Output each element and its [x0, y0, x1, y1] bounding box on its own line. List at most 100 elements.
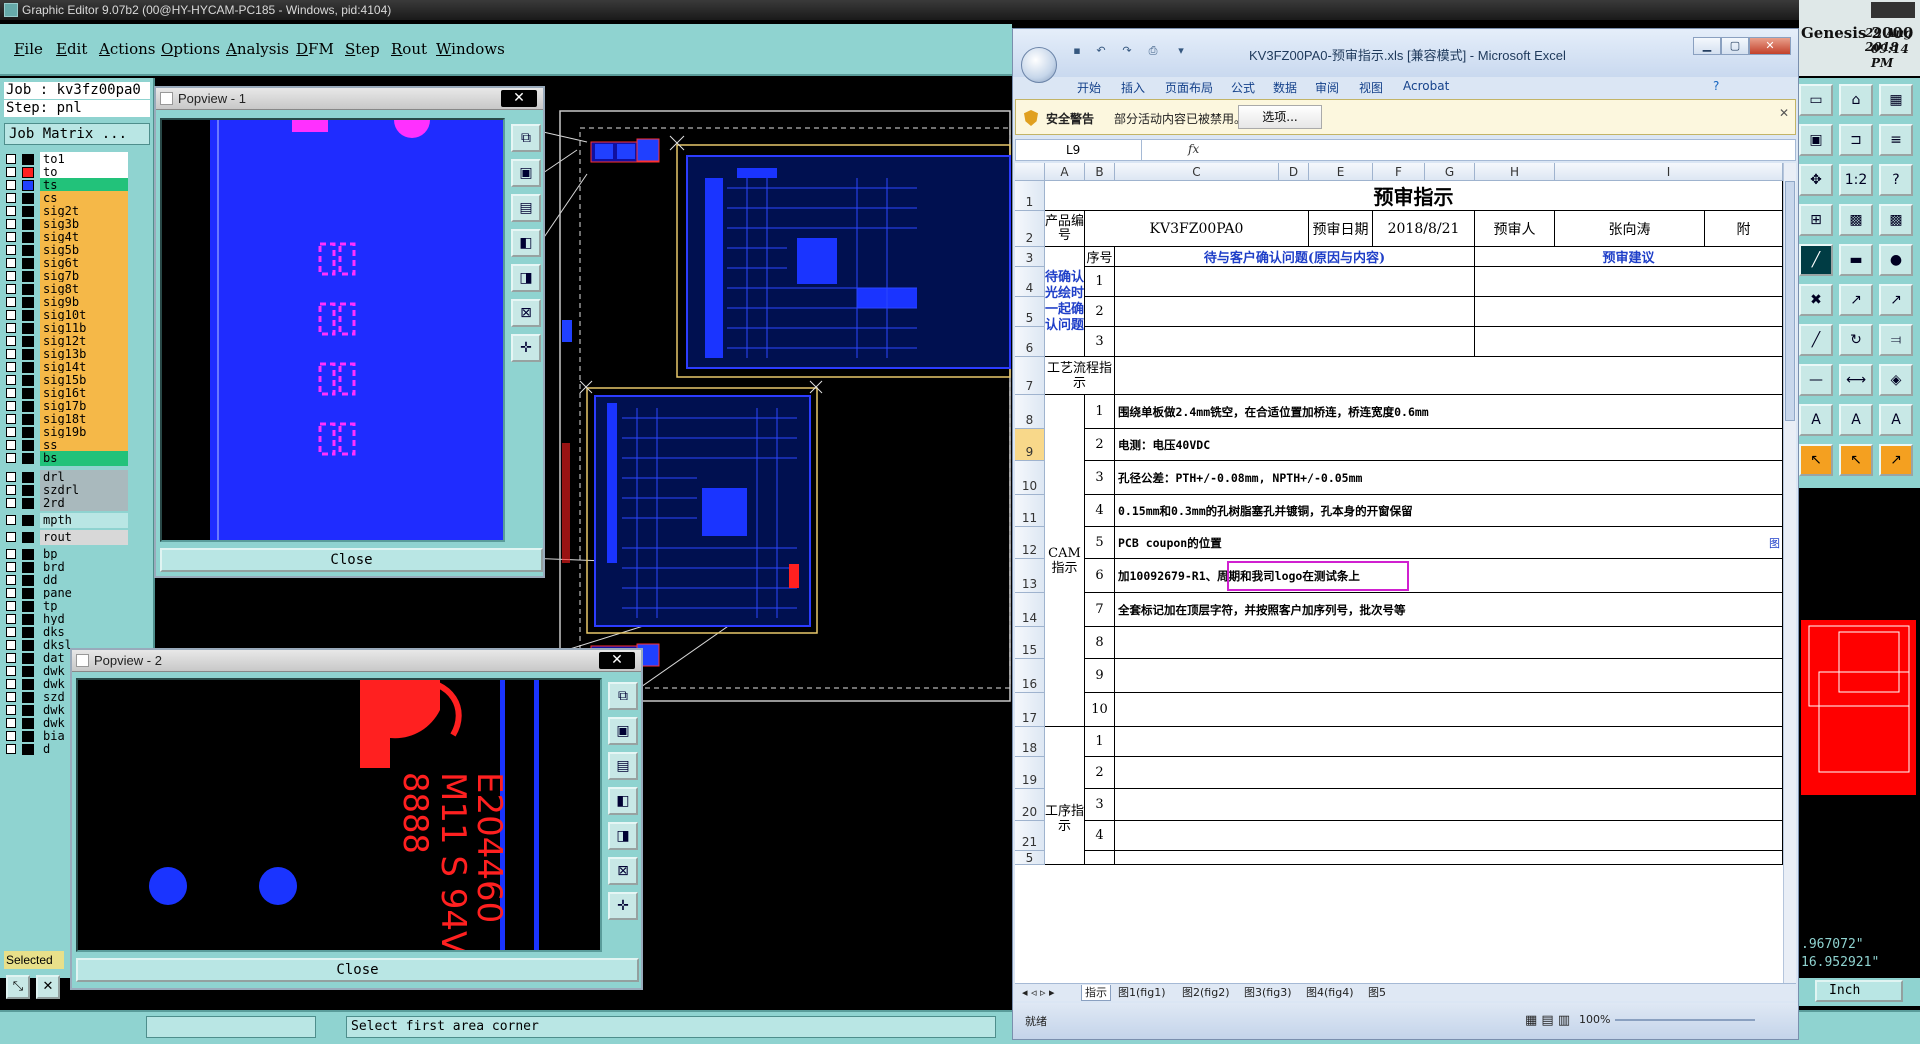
layer-color-swatch[interactable]: [22, 336, 34, 347]
menu-rout[interactable]: Rout: [391, 40, 427, 58]
layer-color-swatch[interactable]: [22, 692, 34, 703]
layer-color-swatch[interactable]: [22, 219, 34, 230]
layer-color-swatch[interactable]: [22, 575, 34, 586]
pan-left-icon[interactable]: ◧: [608, 787, 638, 815]
row-header[interactable]: 20: [1015, 789, 1045, 821]
layer-checkbox[interactable]: [6, 440, 16, 450]
maximize-icon[interactable]: ▢: [1721, 37, 1749, 55]
layer-color-swatch[interactable]: [22, 271, 34, 282]
layer-color-swatch[interactable]: [22, 323, 34, 334]
layer-checkbox[interactable]: [6, 744, 16, 754]
layer-color-swatch[interactable]: [22, 388, 34, 399]
seq-label[interactable]: 序号: [1085, 247, 1115, 267]
layer-color-swatch[interactable]: [22, 532, 34, 543]
suggest-header[interactable]: 预审建议: [1475, 247, 1783, 267]
layer-color-swatch[interactable]: [22, 414, 34, 425]
tab-acrobat[interactable]: Acrobat: [1403, 79, 1449, 93]
layer-checkbox[interactable]: [6, 193, 16, 203]
layer-checkbox[interactable]: [6, 485, 16, 495]
confirm-row-suggestion[interactable]: [1475, 327, 1783, 357]
layer-color-swatch[interactable]: [22, 498, 34, 509]
layer-checkbox[interactable]: [6, 206, 16, 216]
pick-icon[interactable]: ↖: [1839, 444, 1873, 476]
column-header[interactable]: F: [1373, 163, 1425, 181]
sheet-tab-1[interactable]: 图1(fig1): [1115, 985, 1169, 1001]
spreadsheet-grid[interactable]: A B C D E F G H I 1 2 3 4 5 6 7 8 9 10 11 12 13 14 15 16 17 18 19 20…: [1015, 163, 1783, 983]
row-header[interactable]: 18: [1015, 727, 1045, 757]
layer-checkbox[interactable]: [6, 427, 16, 437]
grid-icon[interactable]: ▦: [1879, 84, 1913, 116]
column-header[interactable]: G: [1425, 163, 1475, 181]
reviewer-value[interactable]: 张向涛: [1555, 211, 1705, 247]
layer-color-swatch[interactable]: [22, 232, 34, 243]
popview-1-view[interactable]: [160, 118, 505, 542]
layer-row[interactable]: rout: [6, 530, 128, 545]
layer-color-swatch[interactable]: [22, 472, 34, 483]
layer-checkbox[interactable]: [6, 154, 16, 164]
column-header[interactable]: E: [1309, 163, 1373, 181]
confirm-row-number[interactable]: 1: [1085, 267, 1115, 297]
hline-icon[interactable]: —: [1799, 364, 1833, 396]
zoom-out-icon[interactable]: ▤: [608, 752, 638, 780]
row-header[interactable]: 13: [1015, 559, 1045, 593]
fit-icon[interactable]: ⊠: [608, 857, 638, 885]
tab-page-layout[interactable]: 页面布局: [1165, 79, 1213, 96]
customize-icon[interactable]: ▾: [1173, 44, 1189, 60]
popview-2-close-icon[interactable]: ✕: [599, 652, 635, 669]
home-icon[interactable]: ⌂: [1839, 84, 1873, 116]
layer-color-swatch[interactable]: [22, 485, 34, 496]
op-row-content[interactable]: [1115, 789, 1783, 821]
pad-icon[interactable]: ▩: [1839, 204, 1873, 236]
confirm-row-suggestion[interactable]: [1475, 297, 1783, 327]
layer-checkbox[interactable]: [6, 532, 16, 542]
row-header[interactable]: 1: [1015, 181, 1045, 211]
sheet-tab-0[interactable]: 指示: [1081, 985, 1111, 1001]
pad2-icon[interactable]: ▩: [1879, 204, 1913, 236]
resize-icon[interactable]: ⤡: [6, 975, 30, 999]
center-icon[interactable]: ✛: [511, 334, 541, 362]
pan-right-icon[interactable]: ◨: [608, 822, 638, 850]
layer-color-swatch[interactable]: [22, 349, 34, 360]
layer-row[interactable]: mpth: [6, 513, 128, 528]
row-header[interactable]: 16: [1015, 659, 1045, 693]
cam-item-text[interactable]: [1115, 659, 1783, 693]
confirm-row-content[interactable]: [1115, 297, 1475, 327]
layer-checkbox[interactable]: [6, 167, 16, 177]
popview-1-close-button[interactable]: Close: [160, 548, 543, 572]
row-header[interactable]: 15: [1015, 627, 1045, 659]
column-header[interactable]: I: [1555, 163, 1783, 181]
sheet-tab-3[interactable]: 图3(fig3): [1241, 985, 1295, 1001]
layer-color-swatch[interactable]: [22, 731, 34, 742]
layer-color-swatch[interactable]: [22, 588, 34, 599]
layer-color-swatch[interactable]: [22, 154, 34, 165]
step-icon[interactable]: ⊐: [1839, 124, 1873, 156]
cam-item-text[interactable]: 电测：电压40VDC: [1115, 429, 1783, 461]
redo-icon[interactable]: ↷: [1119, 44, 1135, 60]
attach-label[interactable]: 附: [1705, 211, 1783, 247]
layer-checkbox[interactable]: [6, 362, 16, 372]
layer-color-swatch[interactable]: [22, 614, 34, 625]
row-header[interactable]: 2: [1015, 211, 1045, 247]
popview-2-close-button[interactable]: Close: [76, 958, 639, 982]
op-row-content[interactable]: [1115, 757, 1783, 789]
line-icon[interactable]: ╱: [1799, 244, 1833, 276]
fork-icon[interactable]: ⫤: [1879, 324, 1913, 356]
cam-item-number[interactable]: 7: [1085, 593, 1115, 627]
cam-item-text[interactable]: PCB coupon的位置: [1115, 527, 1783, 559]
layer-checkbox[interactable]: [6, 388, 16, 398]
layer-checkbox[interactable]: [6, 323, 16, 333]
vertical-scrollbar[interactable]: [1783, 163, 1796, 983]
cam-item-text[interactable]: [1115, 693, 1783, 727]
process-label[interactable]: 工艺流程指示: [1045, 357, 1115, 395]
popview-2-view[interactable]: E204460 M11 S 94V-0 8888: [76, 678, 602, 952]
reviewer-label[interactable]: 预审人: [1475, 211, 1555, 247]
window-controls[interactable]: [1871, 2, 1915, 18]
layer-color-swatch[interactable]: [22, 562, 34, 573]
sheet-tab-2[interactable]: 图2(fig2): [1179, 985, 1233, 1001]
cam-item-number[interactable]: 2: [1085, 429, 1115, 461]
menu-actions[interactable]: Actions: [99, 40, 155, 58]
help-icon[interactable]: ?: [1879, 164, 1913, 196]
view-buttons-icon[interactable]: ▦ ▤ ▥: [1525, 1013, 1570, 1028]
tab-data[interactable]: 数据: [1273, 79, 1297, 96]
process-content[interactable]: [1115, 357, 1783, 395]
